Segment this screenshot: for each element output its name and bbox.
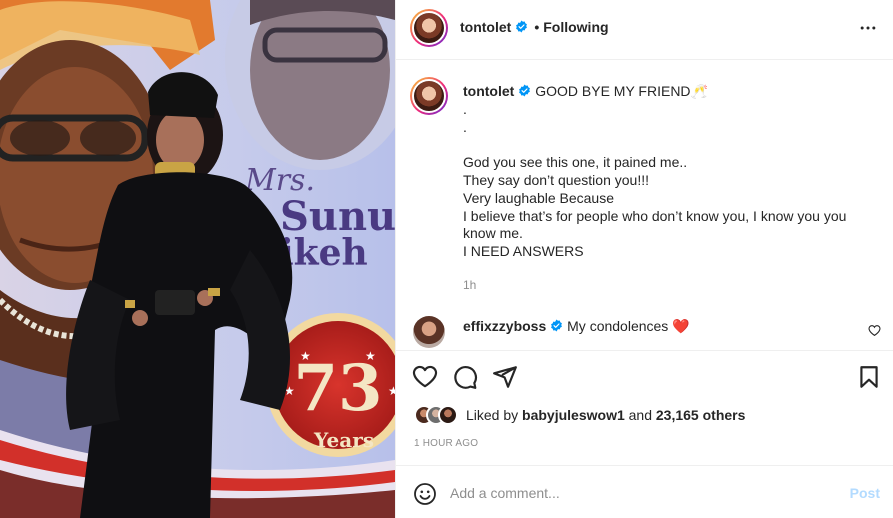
emoji-icon[interactable] [413,482,437,506]
caption-line-1: . [463,100,467,117]
caption-username[interactable]: tontolet [463,83,514,99]
author-avatar[interactable] [410,9,448,47]
separator-dot: • [534,19,540,35]
caption-time[interactable]: 1h [463,278,476,292]
comment-icon[interactable] [452,364,478,390]
post-photo[interactable]: Mrs. Sunu ikeh ★ ★ ★ ★ 73 Years [0,0,395,518]
commenter-username[interactable]: effixzzyboss [463,318,546,334]
following-button[interactable]: Following [543,19,608,35]
caption-line-8: know me. [463,225,523,242]
verified-icon [551,319,563,332]
caption-author-avatar[interactable] [410,77,448,115]
post-comment-button[interactable]: Post [850,485,880,501]
comment-input[interactable] [450,481,830,505]
caption-line-9: I NEED ANSWERS [463,243,584,260]
liker-username[interactable]: babyjuleswow1 [522,407,625,423]
share-icon[interactable] [492,364,518,390]
comment-item: effixzzyboss My condolences ❤️ [396,313,893,351]
caption-line-2: . [463,118,467,135]
badge-label: Years [313,428,374,452]
badge-number: 73 [293,351,382,426]
caption-line-0: GOOD BYE MY FRIEND🥂 [535,83,708,99]
banner-name-line2: ikeh [280,232,368,274]
post-details-panel: tontolet • Following tontolet GOOD BYE MY… [395,0,893,518]
author-username[interactable]: tontolet [460,19,511,35]
bookmark-icon[interactable] [856,364,882,390]
commenter-avatar[interactable] [413,316,445,348]
post-timestamp[interactable]: 1 HOUR AGO [414,438,478,449]
verified-icon [516,20,528,33]
svg-text:★: ★ [388,384,395,398]
likes-text: Liked by babyjuleswow1 and 23,165 others [466,407,745,423]
caption-line-6: Very laughable Because [463,189,614,206]
likes-prefix: Liked by [466,407,523,423]
add-comment-bar: Post [396,465,893,518]
author-info: tontolet • Following [460,19,609,35]
verified-icon [519,84,531,97]
caption-line-5: They say don’t question you!!! [463,171,649,188]
comment-body: My condolences ❤️ [567,318,690,334]
likes-middle: and [624,407,656,423]
divider [396,350,893,351]
post-image: Mrs. Sunu ikeh ★ ★ ★ ★ 73 Years [0,0,395,518]
heart-icon[interactable] [412,364,438,390]
liker-avatar[interactable] [438,405,458,425]
action-bar [396,364,893,390]
caption-text: tontolet GOOD BYE MY FRIEND🥂 . . God you… [463,83,873,261]
likes-count[interactable]: 23,165 others [656,407,746,423]
caption-line: tontolet GOOD BYE MY FRIEND🥂 [463,83,873,101]
post-header: tontolet • Following [396,0,893,60]
comment-text: effixzzyboss My condolences ❤️ [463,318,690,335]
like-comment-icon[interactable] [868,324,881,337]
caption-line-4: God you see this one, it pained me.. [463,154,688,171]
caption-line-3 [463,136,873,154]
more-options-icon[interactable] [858,18,878,38]
caption-line-7: I believe that’s for people who don’t kn… [463,207,847,224]
instagram-post: Mrs. Sunu ikeh ★ ★ ★ ★ 73 Years tontolet… [0,0,893,518]
